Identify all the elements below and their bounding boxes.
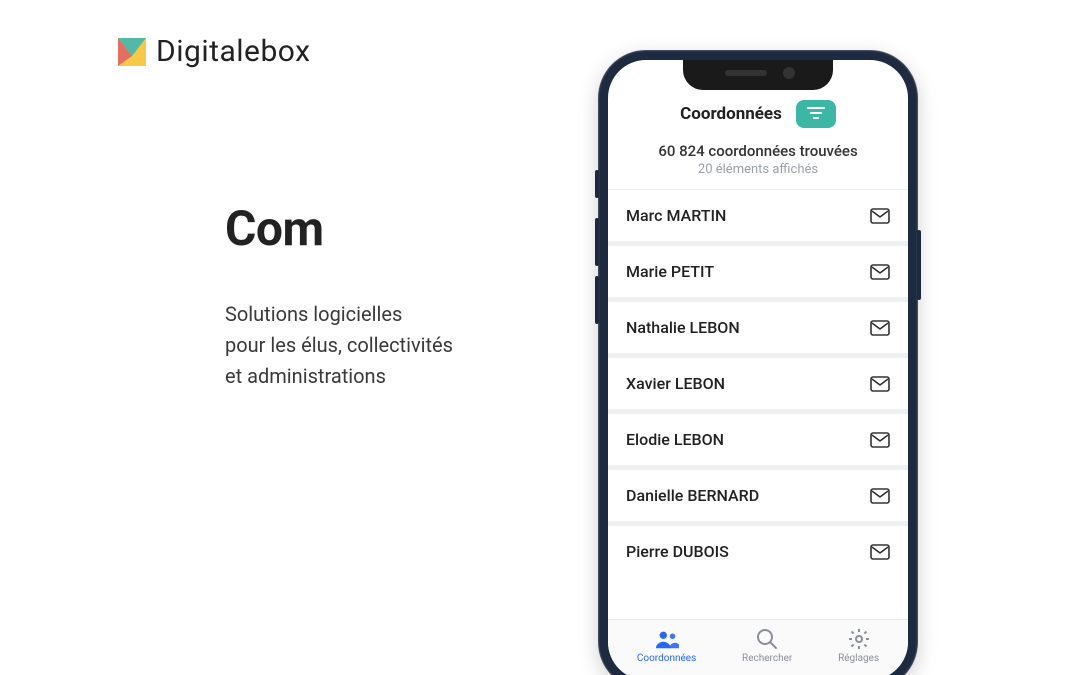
bottom-nav: Coordonnées Rechercher — [608, 619, 908, 675]
phone-side-button — [595, 276, 599, 324]
brand-name: Digitalebox — [156, 34, 311, 69]
filter-icon — [806, 105, 826, 124]
brand-logo-icon — [118, 38, 146, 66]
hero-subtitle: Solutions logicielles pour les élus, col… — [225, 299, 565, 392]
phone-side-button — [595, 170, 599, 198]
mail-icon[interactable] — [870, 432, 890, 448]
contact-row[interactable]: Marc MARTIN — [608, 190, 908, 241]
contact-row[interactable]: Danielle BERNARD — [608, 470, 908, 521]
contact-row[interactable]: Marie PETIT — [608, 246, 908, 297]
contact-name: Nathalie LEBON — [626, 318, 740, 337]
contact-row[interactable]: Nathalie LEBON — [608, 302, 908, 353]
mail-icon[interactable] — [870, 264, 890, 280]
nav-tab-coordonnees[interactable]: Coordonnées — [637, 628, 696, 664]
contact-row[interactable]: Pierre DUBOIS — [608, 526, 908, 577]
nav-tab-reglages[interactable]: Réglages — [838, 628, 879, 664]
contact-name: Xavier LEBON — [626, 374, 725, 393]
contact-row[interactable]: Xavier LEBON — [608, 358, 908, 409]
hero-sub-line: Solutions logicielles — [225, 299, 565, 330]
mail-icon[interactable] — [870, 376, 890, 392]
hero-sub-line: pour les élus, collectivités — [225, 330, 565, 361]
topbar-title: Coordonnées — [680, 104, 782, 124]
brand: Digitalebox — [118, 34, 311, 69]
phone-side-button — [917, 230, 921, 300]
contact-name: Marie PETIT — [626, 262, 714, 281]
filter-button[interactable] — [796, 100, 836, 128]
phone-screen: Coordonnées 60 824 — [608, 60, 908, 675]
people-icon — [655, 628, 679, 650]
nav-tab-rechercher[interactable]: Rechercher — [742, 628, 792, 664]
results-found: 60 824 coordonnées trouvées — [618, 142, 898, 160]
phone-side-button — [595, 218, 599, 266]
contact-row[interactable]: Elodie LEBON — [608, 414, 908, 465]
hero-sub-line: et administrations — [225, 361, 565, 392]
mail-icon[interactable] — [870, 320, 890, 336]
contact-name: Danielle BERNARD — [626, 486, 759, 505]
phone-notch — [683, 60, 833, 90]
phone-mockup: Coordonnées 60 824 — [598, 50, 918, 675]
search-icon — [755, 628, 779, 650]
app: Coordonnées 60 824 — [608, 60, 908, 675]
gear-icon — [847, 628, 871, 650]
mail-icon[interactable] — [870, 208, 890, 224]
contact-name: Pierre DUBOIS — [626, 542, 729, 561]
results-shown: 20 éléments affichés — [618, 162, 898, 177]
contact-name: Elodie LEBON — [626, 430, 724, 449]
nav-label: Réglages — [838, 653, 879, 664]
hero-title: Com — [225, 200, 565, 257]
results-summary: 60 824 coordonnées trouvées 20 éléments … — [608, 134, 908, 189]
hero: Com Solutions logicielles pour les élus,… — [225, 200, 565, 392]
nav-label: Rechercher — [742, 653, 792, 664]
contacts-list[interactable]: Marc MARTIN Marie PETIT Nathalie LEBON Xavi… — [608, 190, 908, 619]
mail-icon[interactable] — [870, 488, 890, 504]
nav-label: Coordonnées — [637, 653, 696, 664]
mail-icon[interactable] — [870, 544, 890, 560]
contact-name: Marc MARTIN — [626, 206, 726, 225]
